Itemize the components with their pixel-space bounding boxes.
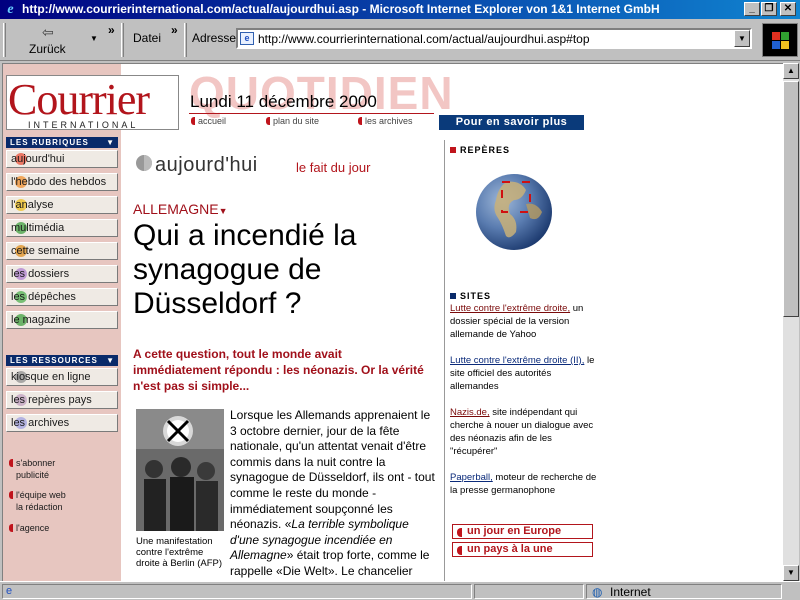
sidebar-ressource-item[interactable]: les archives	[6, 414, 118, 432]
link-equipe-web[interactable]: l'équipe web	[9, 490, 66, 500]
link-publicite[interactable]: publicité	[16, 470, 49, 480]
link-les-archives[interactable]: les archives	[358, 116, 413, 126]
site-entry: Paperball, moteur de recherche de la pre…	[450, 472, 597, 496]
article-photo	[136, 409, 224, 531]
link-abonner[interactable]: s'abonner	[9, 458, 55, 468]
link-redaction[interactable]: la rédaction	[16, 502, 63, 512]
sidebar-rubrique-item[interactable]: le magazine	[6, 311, 118, 329]
country-label[interactable]: ALLEMAGNE▼	[133, 201, 228, 217]
scroll-thumb[interactable]	[783, 81, 799, 317]
sidebar-rubrique-item[interactable]: aujourd'hui	[6, 150, 118, 168]
article-lead: A cette question, tout le monde avait im…	[133, 347, 424, 393]
sidebar-rubrique-item-label: l'hebdo des hebdos	[11, 176, 107, 188]
page-icon: e	[240, 32, 254, 45]
page-content[interactable]: Courrier INTERNATIONAL QUOTIDIEN Lundi 1…	[2, 63, 783, 581]
sidebar-rubrique-item[interactable]: cette semaine	[6, 242, 118, 260]
reperes-header: REPÈRES	[450, 145, 510, 155]
zone-label: Internet	[610, 585, 651, 599]
link-plan-du-site[interactable]: plan du site	[266, 116, 319, 126]
section-title: aujourd'hui	[155, 154, 258, 176]
toolbar-grip[interactable]	[121, 23, 124, 57]
chevron-down-icon[interactable]: ▼	[90, 34, 98, 43]
sites-header: SITES	[450, 291, 491, 301]
address-input[interactable]	[258, 31, 728, 46]
site-link[interactable]: Lutte contre l'extrême droite (II),	[450, 355, 584, 366]
article-body: Lorsque les Allemands apprenaient le 3 o…	[230, 408, 435, 581]
status-cell	[474, 584, 584, 599]
section-icon	[136, 155, 152, 171]
site-entry: Nazis.de, site indépendant qui cherche à…	[450, 407, 594, 457]
sidebar-ressource-item[interactable]: kiosque en ligne	[6, 368, 118, 386]
windows-logo	[762, 23, 798, 57]
globe-map[interactable]	[476, 174, 552, 250]
minimize-button[interactable]: _	[744, 2, 760, 16]
link-accueil[interactable]: accueil	[191, 116, 226, 126]
sidebar-rubrique-item-label: les dossiers	[11, 268, 70, 280]
status-text: e	[2, 584, 472, 599]
site-link[interactable]: Lutte contre l'extrême droite,	[450, 303, 570, 314]
courrier-logo[interactable]: Courrier INTERNATIONAL	[8, 75, 176, 132]
photo-caption: Une manifestation contre l'extrême droit…	[136, 536, 223, 569]
address-label: Adresse	[192, 31, 237, 45]
sidebar-rubrique-item-label: aujourd'hui	[11, 153, 65, 165]
scroll-down-icon[interactable]: ▼	[783, 565, 799, 581]
caret-down-icon: ▼	[218, 206, 228, 216]
sidebar-rubrique-item[interactable]: l'analyse	[6, 196, 118, 214]
more-chevron-icon[interactable]: »	[108, 23, 115, 37]
article-headline: Qui a incendié la synagogue de Düsseldor…	[133, 219, 357, 320]
sidebar-rubrique-item-label: les dépêches	[11, 291, 76, 303]
sidebar-ressource-item-label: les archives	[11, 417, 70, 429]
more-chevron-icon[interactable]: »	[171, 23, 178, 37]
site-entry: Lutte contre l'extrême droite (II), le s…	[450, 355, 595, 392]
maximize-button[interactable]: ❐	[761, 2, 777, 16]
close-button[interactable]: ✕	[780, 2, 796, 16]
toolbar-grip[interactable]	[3, 23, 6, 57]
chevron-down-icon[interactable]: ▼	[734, 30, 750, 47]
back-label: Zurück	[29, 42, 66, 56]
vertical-scrollbar[interactable]: ▲ ▼	[783, 63, 799, 581]
sidebar-rubrique-item-label: cette semaine	[11, 245, 80, 257]
ressources-header: LES RESSOURCES ▼	[6, 355, 118, 366]
status-bar: e ◍ Internet	[0, 581, 800, 600]
logo-wordmark: Courrier	[8, 75, 150, 124]
window-title: http://www.courrierinternational.com/act…	[22, 2, 660, 16]
back-arrow-icon: ⇦	[42, 24, 54, 40]
sidebar-rubrique-item-label: le magazine	[11, 314, 71, 326]
menu-file[interactable]: Datei	[133, 31, 161, 45]
sidebar-rubrique-item-label: l'analyse	[11, 199, 54, 211]
site-entry: Lutte contre l'extrême droite, un dossie…	[450, 303, 584, 340]
sidebar-rubrique-item[interactable]: les dépêches	[6, 288, 118, 306]
section-subtitle: le fait du jour	[296, 160, 371, 175]
sidebar-rubrique-item[interactable]: multimédia	[6, 219, 118, 237]
site-link[interactable]: Nazis.de,	[450, 407, 490, 418]
toolbar: ⇦ Zurück ▼ » Datei » Adresse e ▼	[0, 19, 800, 61]
more-info-button[interactable]: Pour en savoir plus	[439, 115, 584, 130]
header-divider	[189, 113, 434, 114]
logo-subline: INTERNATIONAL	[28, 120, 139, 130]
column-divider	[444, 140, 445, 581]
sidebar-rubrique-item[interactable]: les dossiers	[6, 265, 118, 283]
link-agence[interactable]: l'agence	[9, 523, 49, 533]
title-bar: e http://www.courrierinternational.com/a…	[0, 0, 800, 19]
toolbar-grip[interactable]	[184, 23, 187, 57]
page-date: Lundi 11 décembre 2000	[190, 92, 377, 111]
scroll-up-icon[interactable]: ▲	[783, 63, 799, 79]
sidebar-rubrique-item[interactable]: l'hebdo des hebdos	[6, 173, 118, 191]
site-link[interactable]: Paperball,	[450, 472, 493, 483]
sidebar-rubrique-item-label: multimédia	[11, 222, 65, 234]
back-button[interactable]: ⇦ Zurück ▼	[10, 22, 102, 58]
button-un-pays-a-la-une[interactable]: un pays à la une	[452, 542, 593, 557]
address-bar[interactable]: e ▼	[236, 28, 752, 49]
ie-icon: e	[7, 2, 14, 17]
sidebar-ressource-item-label: kiosque en ligne	[11, 371, 91, 383]
sidebar-ressource-item-label: les repères pays	[11, 394, 92, 406]
sidebar-ressource-item[interactable]: les repères pays	[6, 391, 118, 409]
rubriques-header: LES RUBRIQUES ▼	[6, 137, 118, 148]
button-un-jour-en-europe[interactable]: un jour en Europe	[452, 524, 593, 539]
globe-icon: ◍	[592, 585, 603, 599]
page-status-icon: e	[6, 585, 13, 597]
